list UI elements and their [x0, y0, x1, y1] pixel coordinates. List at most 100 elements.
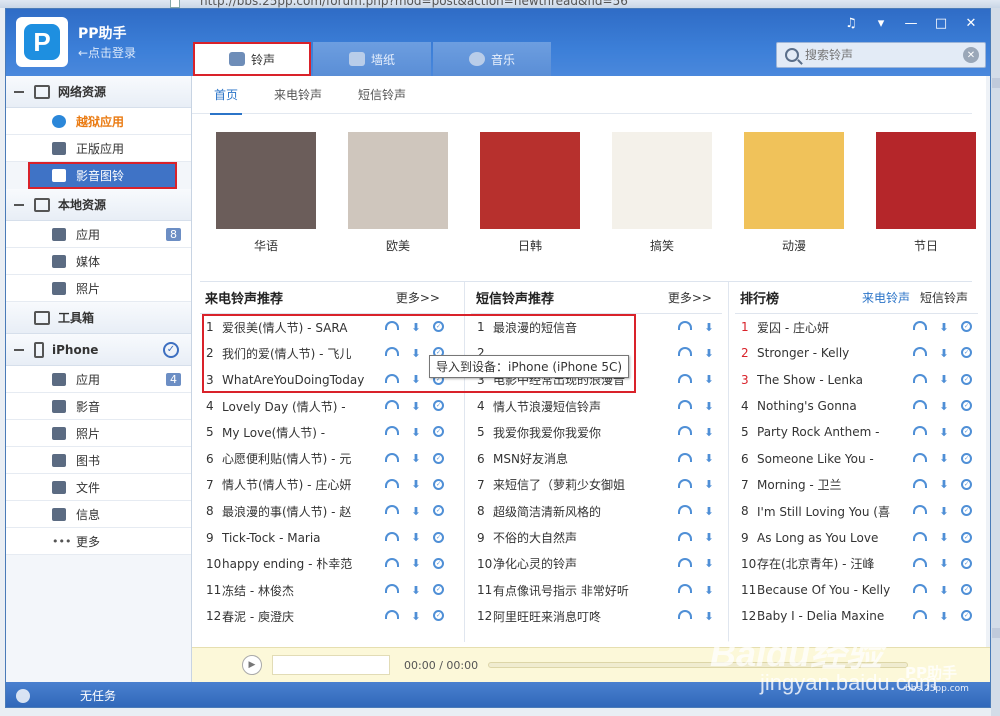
ringtone-row[interactable]: 10 净化心灵的铃声 ⬇ [471, 551, 722, 577]
download-icon[interactable]: ⬇ [937, 505, 951, 518]
headphones-icon[interactable] [913, 321, 927, 331]
category-thumbnail[interactable] [876, 132, 976, 229]
headphones-icon[interactable] [678, 373, 692, 383]
collapse-icon[interactable] [14, 203, 24, 206]
category-card[interactable]: 节日 [860, 132, 990, 254]
subtab-sms-ringtones[interactable]: 短信铃声 [358, 76, 406, 114]
download-icon[interactable]: ⬇ [409, 584, 423, 597]
sidebar-item-local-media[interactable]: 媒体 [6, 248, 191, 275]
tab-ringtones[interactable]: 铃声 [193, 42, 311, 76]
import-to-device-icon[interactable]: ✓ [433, 505, 444, 517]
headphones-icon[interactable] [385, 478, 399, 488]
collapse-icon[interactable] [14, 90, 24, 93]
sidebar-item-iphone-books[interactable]: 图书 [6, 447, 191, 474]
category-thumbnail[interactable] [348, 132, 448, 229]
download-icon[interactable]: ⬇ [702, 373, 716, 386]
download-icon[interactable]: ⬇ [702, 584, 716, 597]
download-icon[interactable]: ⬇ [937, 584, 951, 597]
download-icon[interactable]: ⬇ [702, 400, 716, 413]
tab-music[interactable]: 音乐 [433, 42, 551, 76]
import-to-device-icon[interactable]: ✓ [961, 426, 972, 438]
task-status-bar[interactable]: 无任务 [6, 682, 192, 707]
headphones-icon[interactable] [385, 531, 399, 541]
headphones-icon[interactable] [913, 452, 927, 462]
sidebar-item-official-apps[interactable]: 正版应用 [6, 135, 191, 162]
subtab-call-ringtones[interactable]: 来电铃声 [274, 76, 322, 114]
headphones-icon[interactable] [385, 610, 399, 620]
download-icon[interactable]: ⬇ [409, 531, 423, 544]
import-to-device-icon[interactable]: ✓ [961, 584, 972, 596]
download-icon[interactable]: ⬇ [937, 452, 951, 465]
sidebar-item-iphone-apps[interactable]: 应用 4 [6, 366, 191, 393]
ringtone-row[interactable]: 5 My Love(情人节) - ⬇ ✓ [200, 419, 450, 445]
import-to-device-icon[interactable]: ✓ [961, 557, 972, 569]
import-to-device-icon[interactable]: ✓ [961, 505, 972, 517]
import-to-device-icon[interactable]: ✓ [961, 452, 972, 464]
sidebar-item-iphone-media[interactable]: 影音 [6, 393, 191, 420]
download-icon[interactable]: ⬇ [937, 321, 951, 334]
music-note-icon[interactable]: ♫ [838, 13, 864, 33]
import-to-device-icon[interactable]: ✓ [433, 584, 444, 596]
category-card[interactable]: 日韩 [464, 132, 596, 254]
ranking-tab-call[interactable]: 来电铃声 [862, 289, 910, 306]
download-icon[interactable]: ⬇ [937, 347, 951, 360]
ringtone-row[interactable]: 5 Party Rock Anthem - ⬇ ✓ [735, 419, 978, 445]
ringtone-row[interactable]: 8 I'm Still Loving You (喜 ⬇ ✓ [735, 498, 978, 524]
download-icon[interactable]: ⬇ [409, 400, 423, 413]
sidebar-item-media-ringtones[interactable]: 影音图铃 [28, 162, 177, 189]
tab-wallpapers[interactable]: 墙纸 [313, 42, 431, 76]
import-to-device-icon[interactable]: ✓ [433, 478, 444, 490]
download-icon[interactable]: ⬇ [937, 610, 951, 623]
section-local[interactable]: 本地资源 [6, 189, 191, 221]
headphones-icon[interactable] [913, 584, 927, 594]
ringtone-row[interactable]: 7 Morning - 卫兰 ⬇ ✓ [735, 472, 978, 498]
headphones-icon[interactable] [678, 426, 692, 436]
headphones-icon[interactable] [385, 584, 399, 594]
download-icon[interactable]: ⬇ [702, 610, 716, 623]
ringtone-row[interactable]: 7 情人节(情人节) - 庄心妍 ⬇ ✓ [200, 472, 450, 498]
ringtone-row[interactable]: 4 Nothing's Gonna ⬇ ✓ [735, 393, 978, 419]
headphones-icon[interactable] [385, 452, 399, 462]
ringtone-row[interactable]: 11 Because Of You - Kelly ⬇ ✓ [735, 577, 978, 603]
download-icon[interactable]: ⬇ [702, 321, 716, 334]
headphones-icon[interactable] [385, 557, 399, 567]
ringtone-row[interactable]: 8 超级简洁清新风格的 ⬇ [471, 498, 722, 524]
menu-dropdown-icon[interactable]: ▾ [868, 13, 894, 33]
subtab-home[interactable]: 首页 [209, 76, 243, 115]
download-icon[interactable]: ⬇ [409, 610, 423, 623]
ringtone-row[interactable]: 4 情人节浪漫短信铃声 ⬇ [471, 393, 722, 419]
more-link[interactable]: 更多>> [668, 289, 712, 306]
ringtone-row[interactable]: 6 MSN好友消息 ⬇ [471, 445, 722, 471]
import-to-device-icon[interactable]: ✓ [961, 373, 972, 385]
download-icon[interactable]: ⬇ [937, 531, 951, 544]
download-icon[interactable]: ⬇ [702, 452, 716, 465]
collapse-icon[interactable] [14, 348, 24, 351]
search-input[interactable] [805, 48, 963, 62]
category-thumbnail[interactable] [216, 132, 316, 229]
import-to-device-icon[interactable]: ✓ [961, 347, 972, 359]
scroll-down-arrow-icon[interactable] [992, 628, 1000, 638]
ringtone-row[interactable]: 5 我爱你我爱你我爱你 ⬇ [471, 419, 722, 445]
ringtone-row[interactable]: 11 冻结 - 林俊杰 ⬇ ✓ [200, 577, 450, 603]
headphones-icon[interactable] [385, 400, 399, 410]
clear-search-icon[interactable]: ✕ [963, 47, 979, 63]
headphones-icon[interactable] [678, 347, 692, 357]
download-icon[interactable]: ⬇ [702, 478, 716, 491]
headphones-icon[interactable] [385, 505, 399, 515]
download-icon[interactable]: ⬇ [702, 557, 716, 570]
headphones-icon[interactable] [913, 557, 927, 567]
ringtone-row[interactable]: 10 happy ending - 朴幸范 ⬇ ✓ [200, 551, 450, 577]
headphones-icon[interactable] [385, 426, 399, 436]
download-icon[interactable]: ⬇ [937, 373, 951, 386]
headphones-icon[interactable] [913, 610, 927, 620]
import-to-device-icon[interactable]: ✓ [961, 531, 972, 543]
headphones-icon[interactable] [678, 584, 692, 594]
ringtone-row[interactable]: 7 来短信了（萝莉少女御姐 ⬇ [471, 472, 722, 498]
ringtone-row[interactable]: 12 春泥 - 庾澄庆 ⬇ ✓ [200, 603, 450, 629]
import-to-device-icon[interactable]: ✓ [961, 321, 972, 333]
download-icon[interactable]: ⬇ [702, 347, 716, 360]
download-icon[interactable]: ⬇ [937, 478, 951, 491]
headphones-icon[interactable] [678, 452, 692, 462]
ringtone-row[interactable]: 9 不俗的大自然声 ⬇ [471, 524, 722, 550]
section-toolbox[interactable]: 工具箱 [6, 302, 191, 334]
